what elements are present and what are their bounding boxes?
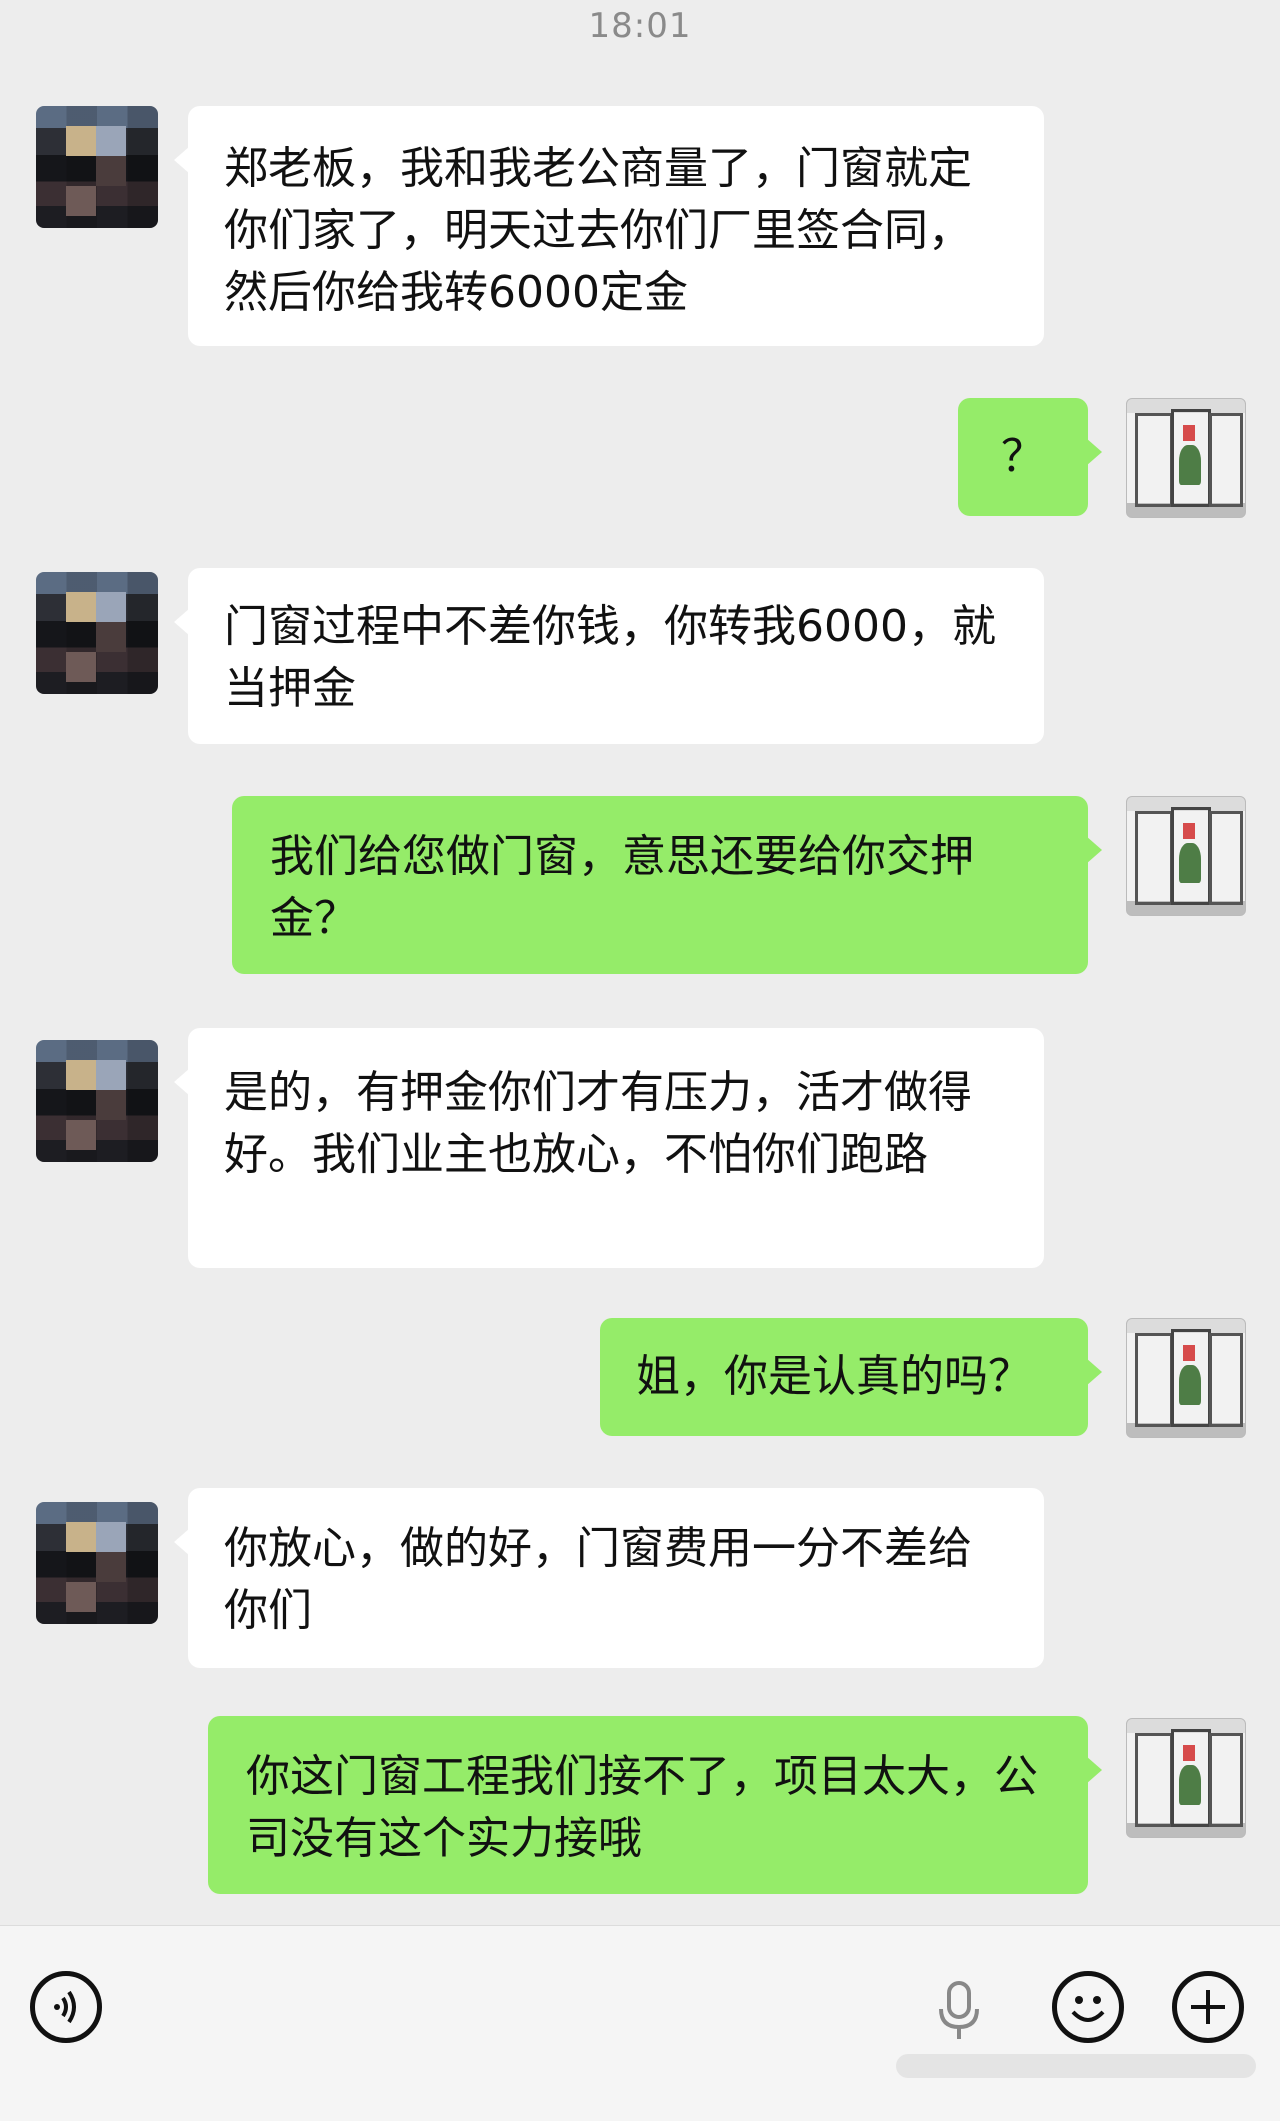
message-bubble-incoming[interactable]: 是的，有押金你们才有压力，活才做得好。我们业主也放心，不怕你们跑路	[174, 1028, 1044, 1268]
status-time: 18:01	[588, 6, 692, 46]
message-bubble-outgoing[interactable]: 姐，你是认真的吗？	[600, 1318, 1102, 1436]
contact-avatar[interactable]	[36, 1040, 158, 1162]
self-avatar[interactable]	[1126, 796, 1246, 916]
message-text: 郑老板，我和我老公商量了，门窗就定你们家了，明天过去你们厂里签合同，然后你给我转…	[224, 143, 972, 318]
message-bubble-incoming[interactable]: 你放心，做的好，门窗费用一分不差给你们	[174, 1488, 1044, 1668]
contact-avatar[interactable]	[36, 572, 158, 694]
self-avatar[interactable]	[1126, 1318, 1246, 1438]
message-text: 门窗过程中不差你钱，你转我6000，就当押金	[224, 601, 996, 714]
message-bubble-incoming[interactable]: 郑老板，我和我老公商量了，门窗就定你们家了，明天过去你们厂里签合同，然后你给我转…	[174, 106, 1044, 346]
message-bubble-incoming[interactable]: 门窗过程中不差你钱，你转我6000，就当押金	[174, 568, 1044, 744]
emoji-icon[interactable]	[1052, 1971, 1124, 2043]
message-text: 你这门窗工程我们接不了，项目太大，公司没有这个实力接哦	[246, 1751, 1038, 1864]
message-text: ？	[1001, 431, 1045, 482]
message-bubble-outgoing[interactable]: ？	[958, 398, 1102, 516]
voice-icon[interactable]	[30, 1971, 102, 2043]
self-avatar[interactable]	[1126, 398, 1246, 518]
message-bubble-outgoing[interactable]: 我们给您做门窗，意思还要给你交押金？	[232, 796, 1102, 974]
gesture-indicator	[896, 2052, 1256, 2080]
message-text: 是的，有押金你们才有压力，活才做得好。我们业主也放心，不怕你们跑路	[224, 1067, 972, 1180]
microphone-icon[interactable]	[935, 1981, 983, 2043]
plus-icon[interactable]	[1172, 1971, 1244, 2043]
contact-avatar[interactable]	[36, 1502, 158, 1624]
self-avatar[interactable]	[1126, 1718, 1246, 1838]
message-text: 姐，你是认真的吗？	[636, 1351, 1032, 1402]
message-text: 你放心，做的好，门窗费用一分不差给你们	[224, 1523, 972, 1636]
contact-avatar[interactable]	[36, 106, 158, 228]
chat-input-bar	[0, 1925, 1280, 2121]
message-input[interactable]	[110, 1962, 1010, 2062]
message-text: 我们给您做门窗，意思还要给你交押金？	[270, 831, 974, 944]
message-bubble-outgoing[interactable]: 你这门窗工程我们接不了，项目太大，公司没有这个实力接哦	[208, 1716, 1102, 1894]
